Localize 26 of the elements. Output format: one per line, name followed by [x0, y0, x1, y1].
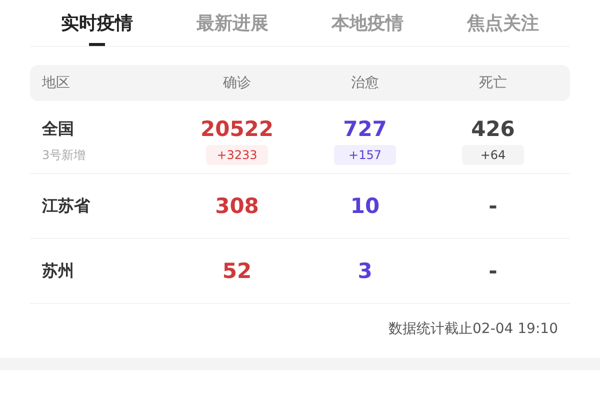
confirmed-count: 308 — [214, 194, 260, 218]
confirmed-count: 52 — [221, 259, 253, 283]
data-timestamp: 数据统计截止02-04 19:10 — [388, 320, 558, 338]
cured-count: 10 — [349, 194, 381, 218]
death-count: - — [488, 194, 498, 218]
column-header: 地区 — [42, 74, 71, 92]
region-name: 全国 — [42, 118, 75, 140]
tab[interactable]: 实时疫情 — [61, 0, 133, 40]
cured-count: 727 — [342, 117, 388, 141]
column-header: 治愈 — [350, 74, 380, 92]
column-header: 确诊 — [222, 74, 252, 92]
death-count: 426 — [470, 117, 516, 141]
column-header: 死亡 — [478, 74, 508, 92]
tab[interactable]: 本地疫情 — [332, 0, 404, 40]
region-name: 苏州 — [42, 260, 75, 282]
tab[interactable]: 焦点关注 — [466, 0, 539, 40]
tab[interactable]: 最新进展 — [196, 0, 268, 40]
increase-badge: +64 — [462, 145, 524, 165]
sub-label: 3号新增 — [42, 146, 87, 164]
cured-count: 3 — [356, 259, 374, 283]
increase-badge: +3233 — [206, 145, 268, 165]
tab-indicator — [89, 43, 105, 46]
region-name: 江苏省 — [42, 196, 92, 216]
death-count: - — [488, 259, 498, 283]
increase-badge: +157 — [334, 145, 396, 165]
confirmed-count: 20522 — [199, 117, 275, 141]
